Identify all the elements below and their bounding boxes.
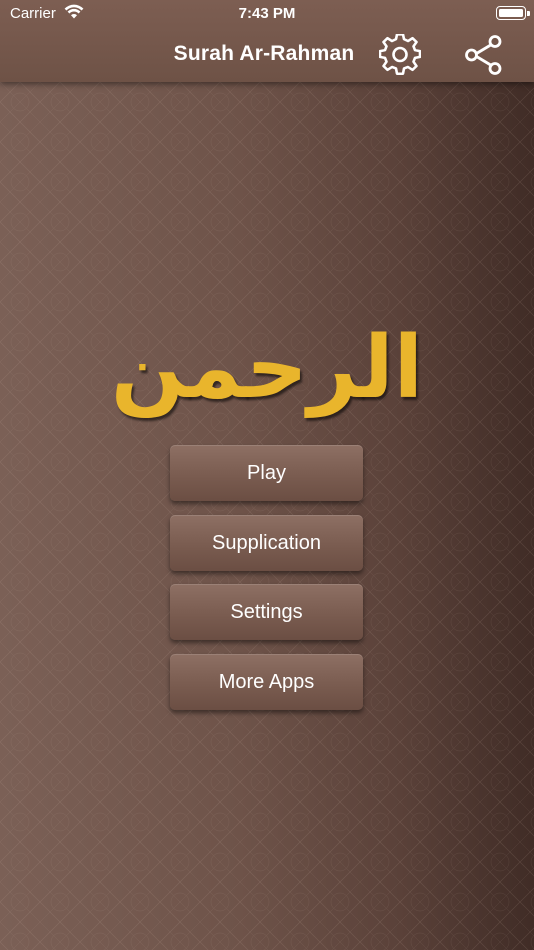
status-time: 7:43 PM xyxy=(238,5,296,22)
gear-icon[interactable] xyxy=(379,34,421,76)
battery-icon xyxy=(496,6,530,20)
settings-button[interactable]: Settings xyxy=(170,584,363,640)
share-icon[interactable] xyxy=(463,34,505,76)
app-screen: Carrier 7:43 PM Surah Ar-Rahman الرحمن P… xyxy=(0,0,534,950)
page-title: Surah Ar-Rahman xyxy=(173,42,355,65)
status-bar: Carrier 7:43 PM xyxy=(0,0,534,28)
ar-rahman-calligraphy: الرحمن xyxy=(0,316,534,426)
supplication-button[interactable]: Supplication xyxy=(170,515,363,571)
play-button[interactable]: Play xyxy=(170,445,363,501)
logo-arabic-text: الرحمن xyxy=(110,318,424,418)
more-apps-button[interactable]: More Apps xyxy=(170,654,363,710)
top-bar: Carrier 7:43 PM Surah Ar-Rahman xyxy=(0,0,534,82)
